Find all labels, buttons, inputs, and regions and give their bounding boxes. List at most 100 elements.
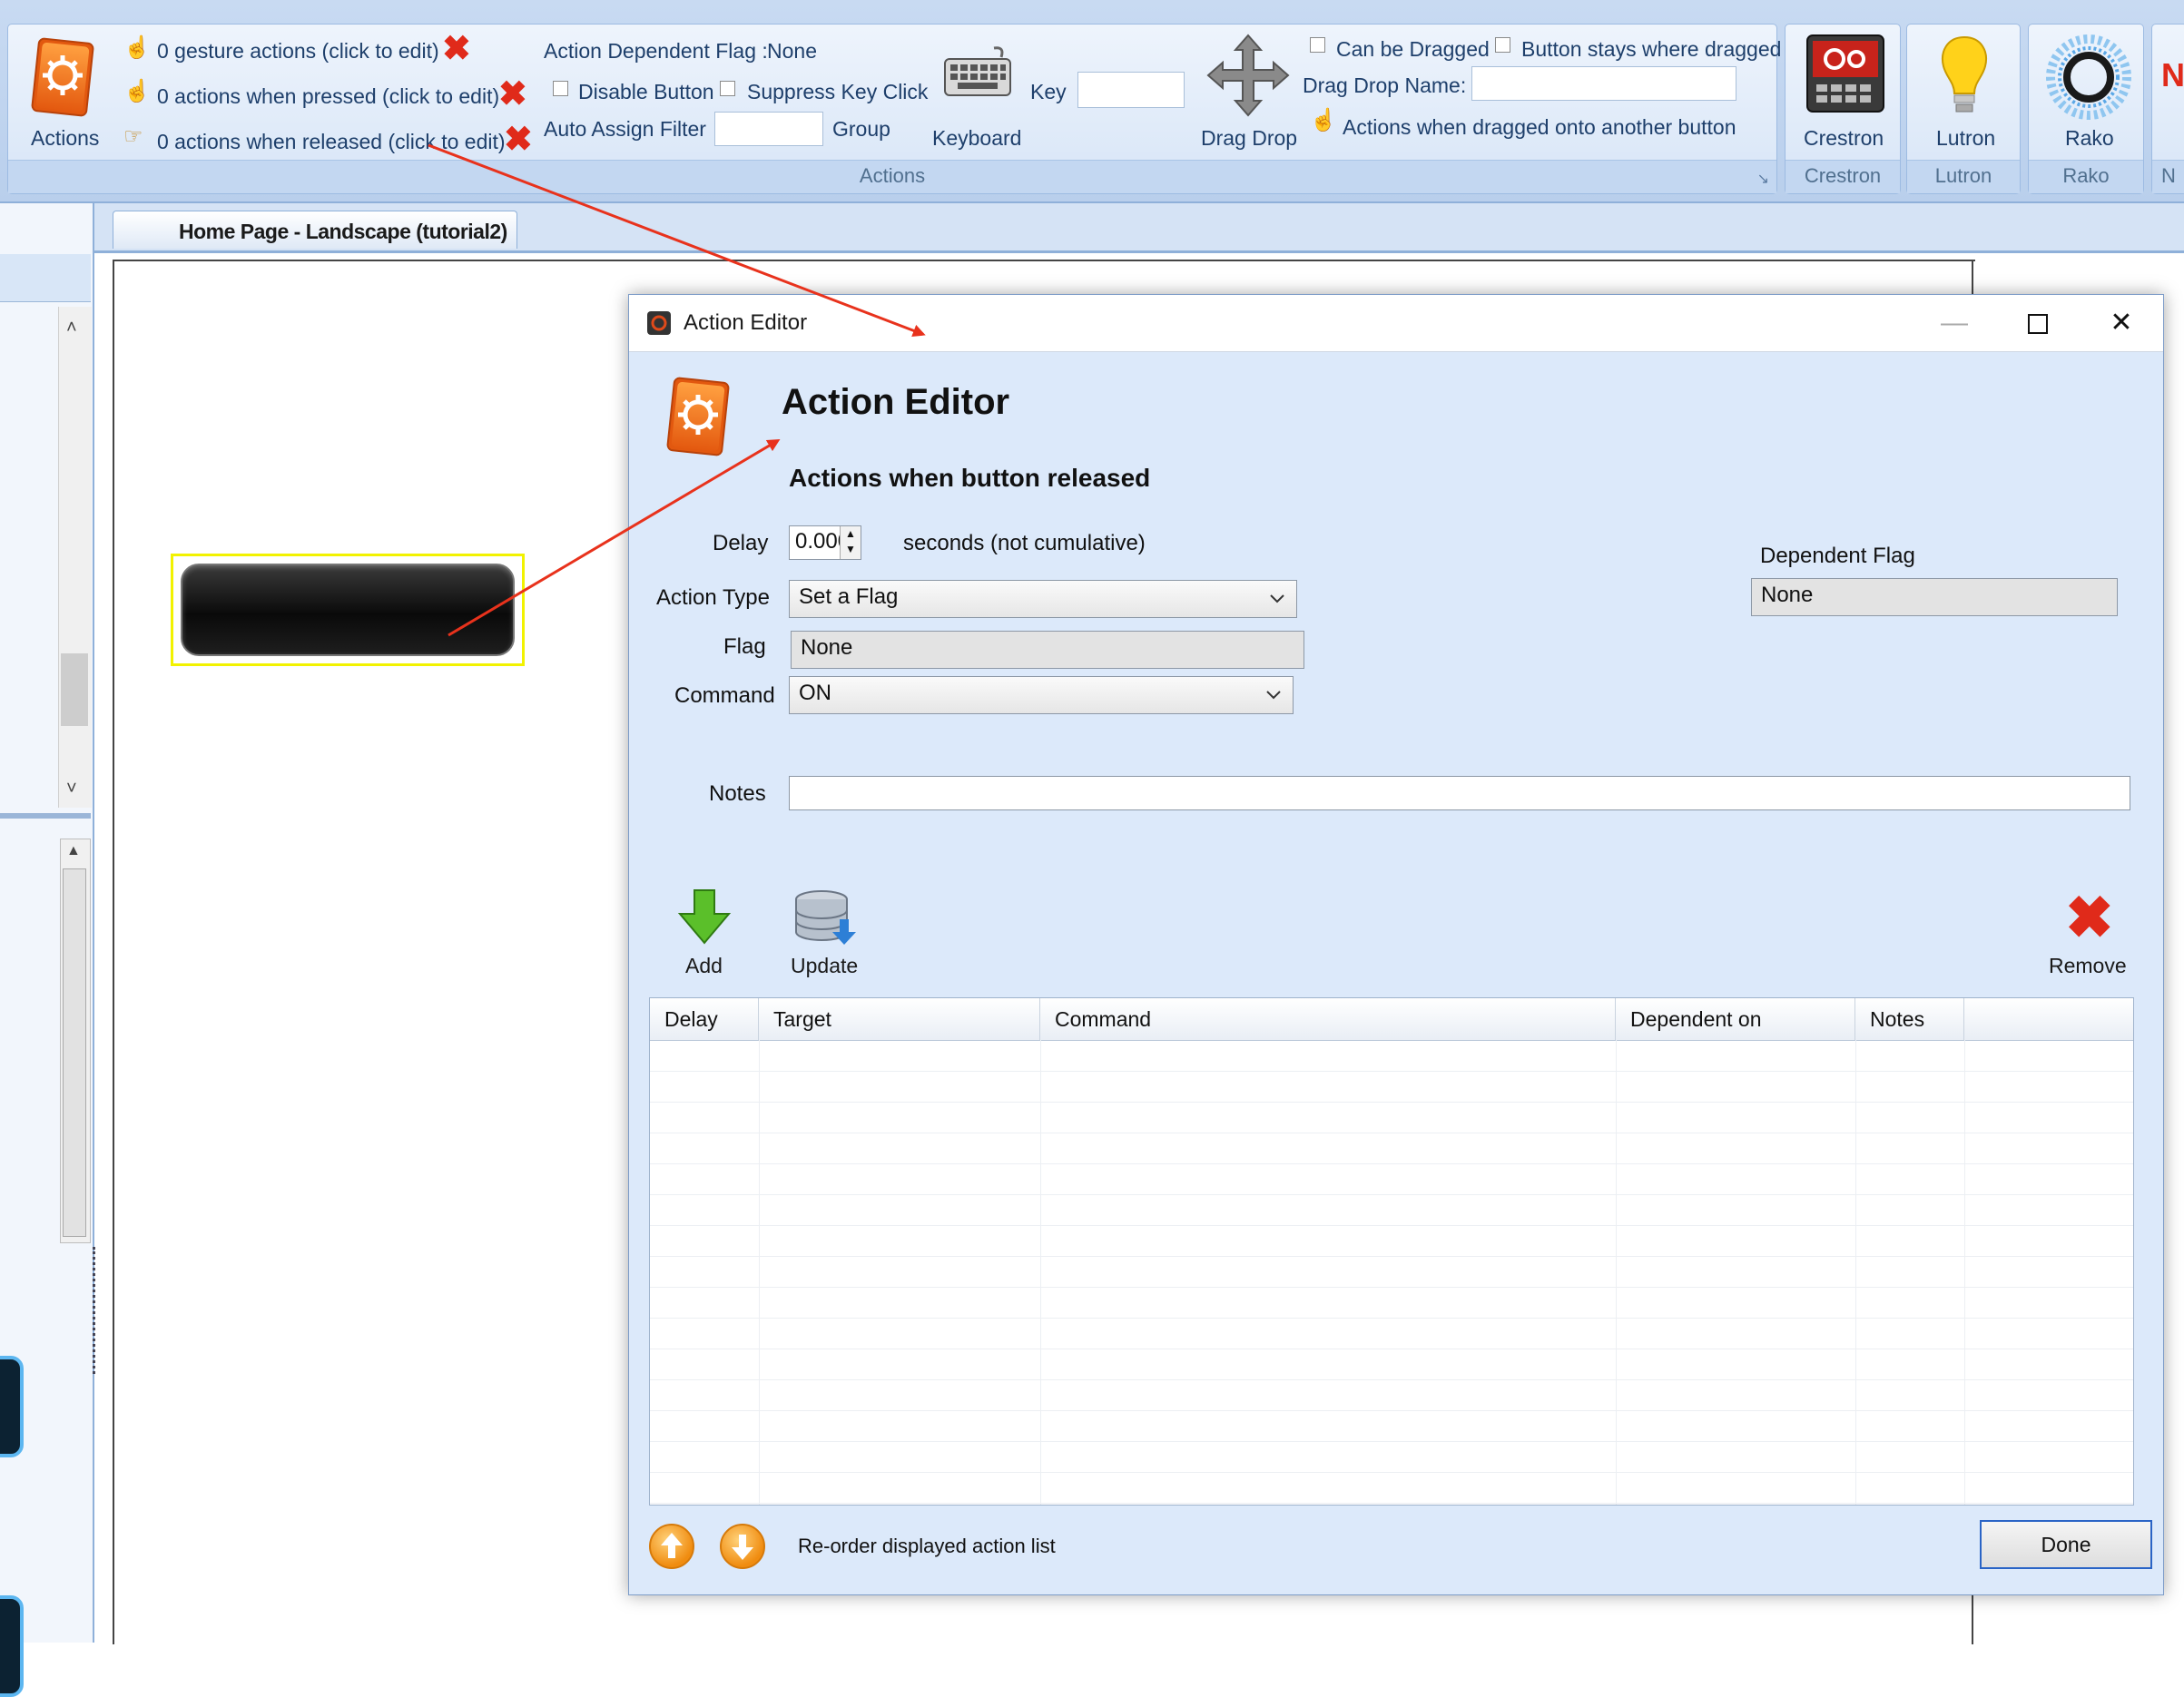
drag-drop-name-input[interactable] [1471, 66, 1736, 101]
crestron-group-footer: Crestron [1786, 160, 1900, 193]
column-header-notes[interactable]: Notes [1855, 998, 1964, 1040]
flag-field[interactable]: None [791, 631, 1304, 669]
suppress-key-click-checkbox[interactable] [720, 81, 735, 96]
selected-button-outline[interactable] [171, 554, 525, 666]
keyboard-label[interactable]: Keyboard [932, 128, 1021, 149]
grid-column-line [1616, 1040, 1617, 1505]
scrollbar-thumb[interactable] [61, 653, 88, 726]
chevron-down-icon [1270, 594, 1284, 603]
key-label: Key [1030, 80, 1067, 103]
auto-assign-filter-input[interactable] [714, 112, 823, 146]
lutron-group-footer: Lutron [1907, 160, 2020, 193]
column-header-delay[interactable]: Delay [650, 998, 759, 1040]
delay-spinner[interactable]: 0.000 ▲ ▼ [789, 525, 861, 560]
hand-pointer-icon: ☝ [1310, 108, 1337, 132]
command-select[interactable]: ON [789, 676, 1294, 714]
add-button[interactable]: Add [673, 888, 736, 979]
remove-label: Remove [2049, 954, 2127, 977]
command-label: Command [674, 683, 775, 708]
scroll-down-icon[interactable]: ˅ [66, 779, 77, 799]
move-up-button[interactable] [649, 1524, 694, 1569]
left-pane: ˄ ˅ ▲ [0, 203, 95, 1697]
grid-row-line [650, 1379, 2133, 1380]
pressed-actions-link[interactable]: 0 actions when pressed (click to edit) [157, 86, 499, 107]
update-button[interactable]: Update [789, 888, 861, 979]
action-dependent-flag-value[interactable]: None [767, 41, 817, 62]
close-icon: ✕ [2110, 308, 2133, 338]
key-input[interactable] [1077, 72, 1185, 108]
minimize-button[interactable]: — [1913, 295, 1996, 351]
rako-label[interactable]: Rako [2065, 128, 2114, 149]
selected-button[interactable] [181, 564, 515, 656]
disable-button-checkbox[interactable] [553, 81, 568, 96]
notes-label: Notes [709, 781, 766, 806]
hand-pointer-icon: ☝ [123, 79, 151, 103]
left-pane-scrollbar-top[interactable]: ˄ ˅ [58, 307, 92, 808]
button-stays-checkbox[interactable] [1495, 37, 1510, 53]
left-pane-scrollbar-bottom[interactable]: ▲ [60, 839, 91, 1243]
dialog-launcher-icon[interactable]: ↘ [1757, 170, 1769, 188]
scrollbar-thumb[interactable] [63, 868, 86, 1237]
drag-drop-name-label: Drag Drop Name: [1303, 74, 1467, 97]
keyboard-icon[interactable] [941, 44, 1014, 99]
scroll-up-icon[interactable]: ˄ [66, 318, 77, 338]
light-bulb-icon[interactable] [1934, 34, 1994, 121]
dialog-subheading: Actions when button released [789, 464, 1151, 492]
notes-input[interactable] [789, 776, 2130, 810]
actions-grid-header: Delay Target Command Dependent on Notes [650, 998, 2133, 1041]
grid-column-line [1964, 1040, 1965, 1505]
green-down-arrow-icon [677, 889, 732, 945]
tab-label: Home Page - Landscape (tutorial2) [179, 220, 507, 243]
dependent-flag-field[interactable]: None [1751, 578, 2118, 616]
scroll-up-icon[interactable]: ▲ [66, 843, 81, 859]
action-editor-icon [662, 373, 734, 464]
dragged-onto-actions-link[interactable]: Actions when dragged onto another button [1343, 117, 1736, 138]
column-header-target[interactable]: Target [759, 998, 1040, 1040]
done-button[interactable]: Done [1980, 1520, 2152, 1569]
action-editor-dialog: Action Editor — ✕ Action Editor Actions … [628, 294, 2164, 1595]
arrow-down-icon [732, 1535, 753, 1560]
grid-row-line [650, 1287, 2133, 1288]
next-group-logo[interactable]: N [2161, 59, 2184, 92]
crestron-label[interactable]: Crestron [1804, 128, 1884, 149]
action-dependent-flag-label[interactable]: Action Dependent Flag : [544, 41, 768, 62]
move-arrows-icon[interactable] [1205, 32, 1292, 119]
released-actions-link[interactable]: 0 actions when released (click to edit) [157, 132, 506, 152]
red-x-icon: ✖ [2065, 885, 2114, 950]
grid-row-line [650, 1472, 2133, 1473]
can-be-dragged-checkbox[interactable] [1310, 37, 1325, 53]
ribbon-group-crestron: Crestron Crestron [1785, 24, 1901, 194]
delay-label: Delay [713, 531, 769, 555]
spinner-arrows-icon[interactable]: ▲ ▼ [840, 526, 861, 559]
tab-home-page-landscape[interactable]: Home Page - Landscape (tutorial2) [113, 211, 517, 249]
maximize-button[interactable] [1996, 295, 2080, 351]
left-pane-divider [0, 813, 91, 819]
delay-suffix: seconds (not cumulative) [903, 531, 1146, 555]
side-button-preview[interactable] [0, 1356, 24, 1457]
splitter-grip[interactable] [93, 1247, 100, 1374]
column-header-command[interactable]: Command [1040, 998, 1616, 1040]
actions-button-label[interactable]: Actions [31, 128, 99, 149]
suppress-key-click-label: Suppress Key Click [747, 80, 929, 103]
rako-logo-icon[interactable] [2045, 34, 2132, 121]
hand-pointer-icon: ☝ [123, 35, 151, 60]
column-header-dependent-on[interactable]: Dependent on [1616, 998, 1855, 1040]
hand-pointer-icon: ☞ [123, 124, 143, 149]
drag-drop-label[interactable]: Drag Drop [1201, 128, 1297, 149]
action-type-select[interactable]: Set a Flag [789, 580, 1297, 618]
lutron-label[interactable]: Lutron [1936, 128, 1995, 149]
gesture-actions-link[interactable]: 0 gesture actions (click to edit) [157, 41, 439, 62]
dialog-titlebar[interactable]: Action Editor — ✕ [629, 295, 2163, 352]
close-button[interactable]: ✕ [2080, 295, 2163, 351]
clear-released-actions-icon[interactable]: ✖ [504, 123, 533, 157]
remove-button[interactable]: ✖ Remove [2045, 888, 2129, 985]
actions-grid[interactable]: Delay Target Command Dependent on Notes [649, 997, 2134, 1506]
actions-icon[interactable] [26, 34, 99, 124]
crestron-icon[interactable] [1804, 32, 1887, 119]
ribbon-group-next: N N [2151, 24, 2184, 194]
ribbon-group-actions: Actions ☝ 0 gesture actions (click to ed… [7, 24, 1781, 194]
side-button-preview[interactable] [0, 1595, 24, 1697]
clear-gesture-actions-icon[interactable]: ✖ [442, 32, 471, 66]
clear-pressed-actions-icon[interactable]: ✖ [498, 77, 527, 112]
move-down-button[interactable] [720, 1524, 765, 1569]
